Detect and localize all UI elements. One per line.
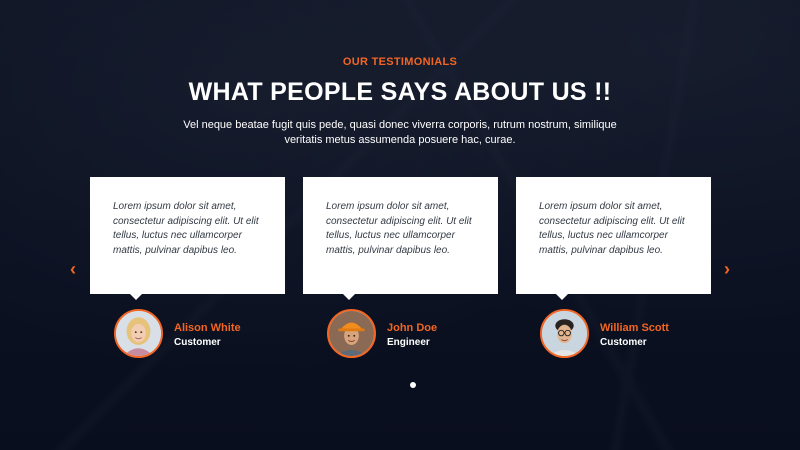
chevron-left-icon[interactable]: ‹ — [66, 260, 80, 278]
engineer-avatar-icon — [327, 309, 376, 358]
testimonial-author-role: Customer — [600, 337, 647, 348]
description-line-2: veritatis metus assumenda posuere hac, c… — [284, 134, 516, 146]
testimonial-author-name: William Scott — [600, 322, 669, 334]
testimonial-quote: Lorem ipsum dolor sit amet, consectetur … — [326, 201, 472, 256]
testimonial-card: Lorem ipsum dolor sit amet, consectetur … — [516, 177, 711, 300]
section-description: Vel neque beatae fugit quis pede, quasi … — [180, 118, 620, 148]
section-title: WHAT PEOPLE SAYS ABOUT US !! — [188, 78, 612, 106]
woman-avatar-icon — [114, 309, 163, 358]
section-subtitle: OUR TESTIMONIALS — [342, 56, 458, 68]
testimonial-author-role: Customer — [174, 337, 221, 348]
testimonial-quote: Lorem ipsum dolor sit amet, consectetur … — [539, 201, 685, 256]
carousel-pagination-dot[interactable] — [410, 382, 416, 388]
chevron-right-icon[interactable]: › — [720, 260, 734, 278]
testimonial-author-name: John Doe — [387, 322, 438, 334]
testimonial-quote: Lorem ipsum dolor sit amet, consectetur … — [113, 201, 259, 256]
man-glasses-avatar-icon — [540, 309, 589, 358]
testimonial-card: Lorem ipsum dolor sit amet, consectetur … — [303, 177, 498, 300]
testimonial-card: Lorem ipsum dolor sit amet, consectetur … — [90, 177, 285, 300]
testimonial-author-name: Alison White — [174, 322, 241, 334]
testimonial-author-role: Engineer — [387, 337, 430, 348]
description-line-1: Vel neque beatae fugit quis pede, quasi … — [183, 119, 617, 131]
